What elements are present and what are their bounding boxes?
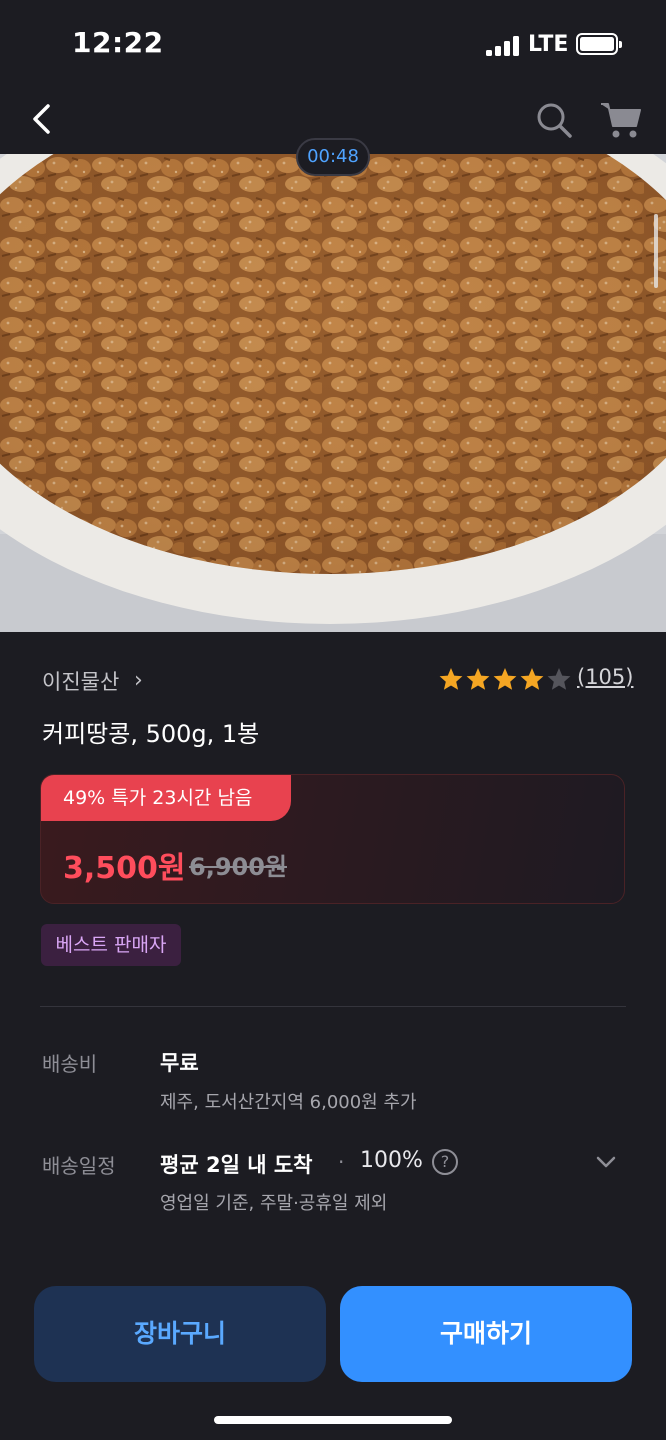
- rating-stars: [438, 664, 574, 694]
- cart-icon[interactable]: [598, 96, 644, 142]
- shipping-fee-value: 무료: [160, 1051, 199, 1075]
- product-title: 커피땅콩, 500g, 1봉: [42, 720, 260, 748]
- chevron-right-icon: ›: [134, 668, 143, 693]
- section-divider: [40, 1006, 626, 1007]
- shipping-fee-label: 배송비: [42, 1052, 98, 1076]
- network-label: LTE: [528, 32, 569, 57]
- sale-price: 3,500원: [63, 851, 186, 886]
- back-icon[interactable]: [22, 94, 66, 144]
- star-icon: [493, 668, 517, 690]
- bottom-action-bar: 장바구니 구매하기: [0, 1250, 666, 1440]
- battery-icon: [576, 33, 622, 55]
- signal-icon: [486, 36, 520, 56]
- delivery-schedule-value: 평균 2일 내 도착: [160, 1153, 313, 1177]
- seller-name-link[interactable]: 이진물산: [42, 666, 119, 696]
- deal-tag: 49% 특가 23시간 남음: [41, 775, 291, 821]
- search-icon[interactable]: [532, 98, 576, 142]
- original-price: 6,900원: [189, 853, 287, 881]
- status-time: 12:22: [72, 26, 164, 59]
- review-count-link[interactable]: (105): [577, 665, 633, 689]
- delivery-rate: 100%: [360, 1148, 423, 1173]
- chevron-down-icon[interactable]: [594, 1152, 618, 1172]
- home-indicator[interactable]: [214, 1416, 452, 1424]
- video-timer-badge: 00:48: [296, 138, 370, 176]
- star-icon: [547, 668, 571, 690]
- buy-now-button[interactable]: 구매하기: [340, 1286, 632, 1382]
- delivery-schedule-note: 영업일 기준, 주말·공휴일 제외: [160, 1193, 388, 1214]
- star-icon: [466, 668, 490, 690]
- best-seller-badge: 베스트 판매자: [41, 924, 181, 966]
- product-image[interactable]: [0, 154, 666, 632]
- separator-dot: ·: [338, 1150, 345, 1174]
- delivery-schedule-label: 배송일정: [42, 1154, 116, 1178]
- seller-row: 이진물산 › (105): [42, 664, 642, 696]
- image-scroll-indicator: [654, 214, 658, 288]
- status-bar: 12:22 LTE: [0, 0, 666, 88]
- shipping-fee-note: 제주, 도서산간지역 6,000원 추가: [160, 1092, 417, 1113]
- star-icon: [520, 668, 544, 690]
- price-box: 49% 특가 23시간 남음 3,500원 6,900원: [40, 774, 625, 904]
- star-icon: [439, 668, 463, 690]
- add-to-cart-button[interactable]: 장바구니: [34, 1286, 326, 1382]
- help-icon[interactable]: ?: [432, 1149, 458, 1175]
